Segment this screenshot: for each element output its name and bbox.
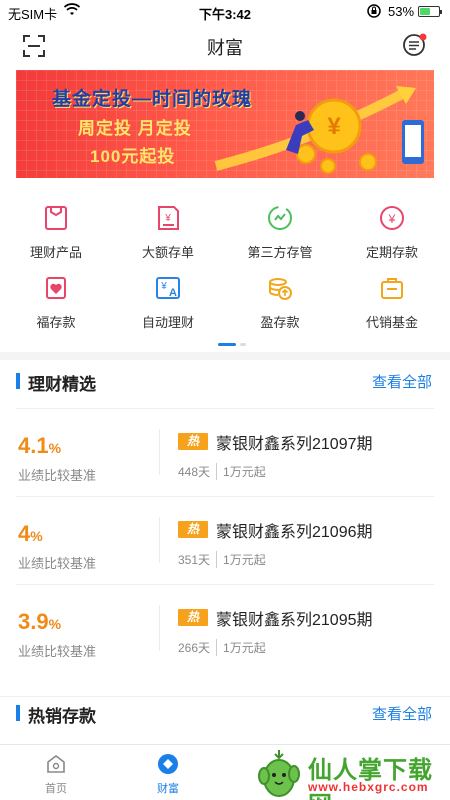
rotation-lock-icon [366, 3, 382, 22]
product-name: 蒙银财鑫系列21097期 [216, 436, 373, 453]
watermark-url: www.hebxgrc.com [308, 780, 429, 794]
tab-label: 财富 [157, 783, 179, 795]
product-min: 1万元起 [223, 465, 266, 479]
svg-text:¥: ¥ [164, 213, 171, 224]
product-rate: 4.1% [18, 433, 62, 458]
hot-badge: 热 [178, 521, 208, 538]
banner-subline: 周定投 月定投 [78, 119, 192, 138]
row-divider [159, 605, 160, 651]
product-benchmark-label: 业绩比较基准 [18, 468, 97, 483]
menu-item-agency-fund[interactable]: 代销基金 [336, 266, 448, 336]
product-meta: 448天 1万元起 [178, 463, 266, 480]
message-icon[interactable] [402, 32, 428, 58]
product-min: 1万元起 [223, 553, 266, 567]
section-accent-bar [16, 705, 20, 721]
ying-deposit-icon [266, 274, 294, 302]
product-term: 351天 [178, 551, 218, 568]
svg-text:A: A [169, 287, 177, 299]
promo-banner[interactable]: ¥ 基金定投—时间的玫瑰 周定投 月定投 100元起投 [16, 70, 434, 178]
fixed-deposit-icon: ¥ [378, 204, 406, 232]
section-title: 理财精选 [28, 375, 96, 394]
section-accent-bar [16, 373, 20, 389]
product-row[interactable]: 3.9% 业绩比较基准 热 蒙银财鑫系列21095期 266天 1万元起 [16, 584, 434, 672]
svg-text:¥: ¥ [388, 212, 396, 226]
menu-item-wealth-product[interactable]: 理财产品 [0, 196, 112, 266]
product-term: 266天 [178, 639, 218, 656]
banner-min-invest: 100元起投 [90, 147, 176, 166]
section-title: 热销存款 [28, 707, 96, 726]
svg-text:¥: ¥ [327, 113, 341, 140]
status-bar: 无SIM卡 下午3:42 53% [0, 0, 450, 24]
menu-item-ying-deposit[interactable]: 盈存款 [224, 266, 336, 336]
menu-item-label: 自动理财 [141, 315, 194, 330]
menu-item-label: 定期存款 [365, 245, 418, 260]
featured-section-header: 理财精选 查看全部 [0, 366, 450, 396]
product-benchmark-label: 业绩比较基准 [18, 556, 97, 571]
battery-percent: 53% [388, 4, 415, 19]
product-meta: 351天 1万元起 [178, 551, 266, 568]
page-indicator-active [218, 343, 236, 346]
product-min: 1万元起 [223, 641, 266, 655]
product-rate: 4% [18, 521, 43, 546]
wealth-product-icon [42, 204, 70, 232]
row-divider [159, 429, 160, 475]
hot-badge: 热 [178, 433, 208, 450]
product-name: 蒙银财鑫系列21096期 [216, 524, 373, 541]
tab-home[interactable]: 首页 [0, 745, 112, 800]
menu-item-label: 大额存单 [141, 245, 194, 260]
status-time: 下午3:42 [198, 7, 252, 22]
agency-fund-icon [378, 274, 406, 302]
menu-item-fixed-deposit[interactable]: ¥ 定期存款 [336, 196, 448, 266]
home-icon [45, 753, 67, 775]
fu-deposit-icon [42, 274, 70, 302]
product-name: 蒙银财鑫系列21095期 [216, 612, 373, 629]
menu-item-fu-deposit[interactable]: 福存款 [0, 266, 112, 336]
page-title: 财富 [207, 38, 243, 58]
custody-icon [266, 204, 294, 232]
large-deposit-icon: ¥ [154, 204, 182, 232]
tab-label: 首页 [45, 783, 67, 795]
menu-item-label: 理财产品 [29, 245, 82, 260]
svg-text:¥: ¥ [160, 281, 167, 292]
page-indicator-inactive [240, 343, 246, 346]
product-row[interactable]: 4% 业绩比较基准 热 蒙银财鑫系列21096期 351天 1万元起 [16, 496, 434, 584]
menu-item-label: 盈存款 [260, 315, 300, 330]
battery-icon [418, 6, 442, 17]
view-all-link[interactable]: 查看全部 [372, 703, 432, 724]
auto-finance-icon: ¥ A [154, 274, 182, 302]
hot-badge: 热 [178, 609, 208, 626]
nav-bar: 财富 [0, 24, 450, 68]
product-benchmark-label: 业绩比较基准 [18, 644, 97, 659]
section-separator [0, 352, 450, 360]
menu-item-label: 福存款 [36, 315, 76, 330]
hot-deposit-section-header: 热销存款 查看全部 [0, 696, 450, 726]
tab-wealth[interactable]: 财富 [112, 745, 224, 800]
row-divider [159, 517, 160, 563]
menu-item-label: 代销基金 [365, 315, 418, 330]
menu-item-custody[interactable]: 第三方存管 [224, 196, 336, 266]
banner-headline: 基金定投—时间的玫瑰 [52, 89, 253, 110]
product-term: 448天 [178, 463, 218, 480]
menu-item-auto-finance[interactable]: ¥ A 自动理财 [112, 266, 224, 336]
battery-fill [420, 8, 430, 15]
product-rate: 3.9% [18, 609, 62, 634]
menu-item-label: 第三方存管 [247, 245, 313, 260]
product-row[interactable]: 4.1% 业绩比较基准 热 蒙银财鑫系列21097期 448天 1万元起 [16, 408, 434, 496]
site-watermark: 仙人掌下载网 www.hebxgrc.com [250, 744, 450, 800]
view-all-link[interactable]: 查看全部 [372, 371, 432, 392]
menu-item-large-deposit[interactable]: ¥ 大额存单 [112, 196, 224, 266]
cactus-logo-icon [256, 748, 302, 800]
product-meta: 266天 1万元起 [178, 639, 266, 656]
wealth-icon [157, 753, 179, 775]
